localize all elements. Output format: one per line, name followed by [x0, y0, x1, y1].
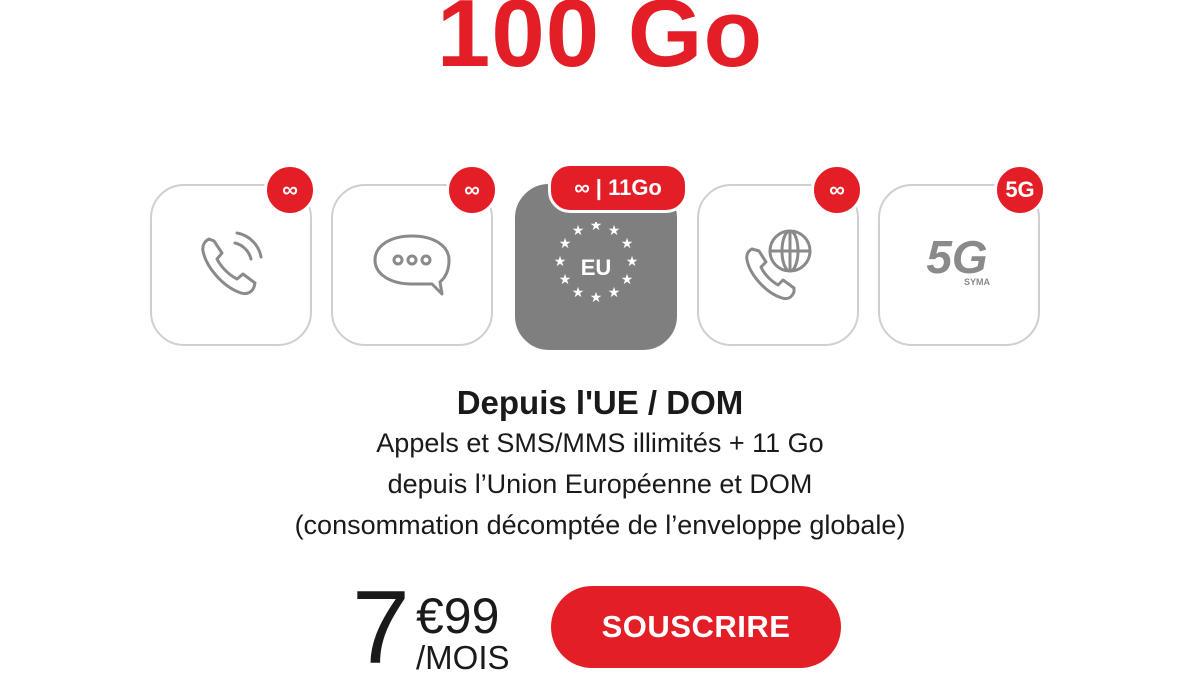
feature-cards: ∞ ∞ ★ ★ ★ ★ ★ ★ ★ ★ ★ ★ ★ ★ EU ∞ | 11Go … [0, 0, 1200, 360]
eu-allowance-badge: ∞ | 11Go [548, 163, 688, 213]
infinity-icon: ∞ [282, 177, 298, 202]
infinity-icon: ∞ [464, 177, 480, 202]
infinity-icon: ∞ [829, 177, 845, 202]
subscribe-button[interactable]: SOUSCRIRE [551, 586, 841, 668]
price-unit: /MOIS [416, 639, 510, 676]
eu-label: EU [581, 255, 612, 280]
5g-logo-text: 5G [926, 235, 987, 283]
unlimited-calls-badge: ∞ [264, 164, 316, 216]
svg-text:★: ★ [608, 223, 621, 239]
unlimited-messages-badge: ∞ [446, 164, 498, 216]
5g-logo-subtext: SYMA [964, 277, 991, 287]
eu-allowance-label: | 11Go [595, 175, 662, 200]
infinity-icon: ∞ [574, 175, 590, 200]
svg-text:★: ★ [572, 223, 585, 239]
svg-text:★: ★ [572, 285, 585, 301]
price-cents: €99 [416, 588, 500, 644]
svg-text:★: ★ [559, 272, 572, 288]
5g-badge: 5G [994, 164, 1046, 216]
svg-text:★: ★ [608, 285, 621, 301]
feature-detail-title: Depuis l'UE / DOM [456, 384, 744, 421]
phone-call-icon [195, 229, 267, 301]
monthly-price: 7 €99 /MOIS [352, 570, 532, 686]
svg-text:★: ★ [621, 272, 634, 288]
unlimited-international-badge: ∞ [811, 164, 863, 216]
svg-text:★: ★ [559, 236, 572, 252]
feature-detail-line: Appels et SMS/MMS illimités + 11 Go [376, 428, 824, 458]
feature-detail-line: depuis l’Union Européenne et DOM [387, 469, 813, 499]
svg-text:★: ★ [621, 236, 634, 252]
chat-bubble-icon [370, 230, 454, 300]
price-euros: 7 [352, 570, 410, 686]
svg-text:★: ★ [554, 254, 567, 270]
phone-globe-icon [740, 227, 816, 303]
svg-text:★: ★ [590, 222, 603, 234]
feature-detail-line: (consommation décomptée de l’enveloppe g… [294, 510, 906, 540]
feature-detail: Depuis l'UE / DOM Appels et SMS/MMS illi… [0, 383, 1200, 546]
svg-text:★: ★ [590, 290, 603, 306]
svg-text:★: ★ [626, 254, 639, 270]
5g-badge-label: 5G [1005, 177, 1035, 202]
5g-logo-icon: 5G SYMA [917, 235, 1001, 295]
eu-stars-icon: ★ ★ ★ ★ ★ ★ ★ ★ ★ ★ ★ ★ EU [551, 222, 641, 312]
